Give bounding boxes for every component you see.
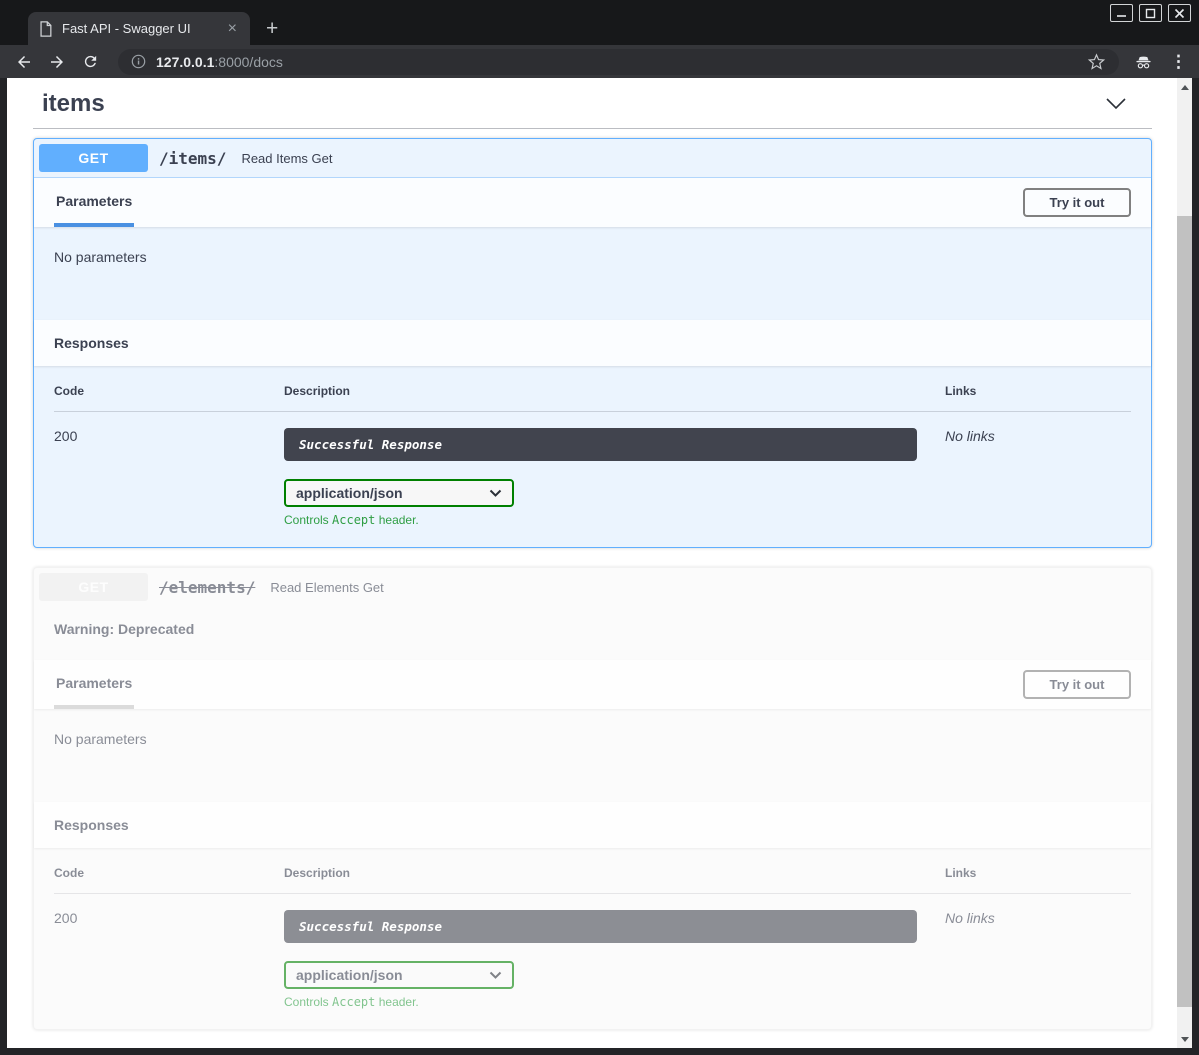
minimize-button[interactable] <box>1110 4 1133 22</box>
media-type-select[interactable]: application/json <box>284 961 514 989</box>
new-tab-button[interactable]: + <box>266 19 278 39</box>
responses-table: Code Description Links 200 Successful Re… <box>34 366 1151 547</box>
no-parameters-text: No parameters <box>54 731 147 747</box>
media-type-value: application/json <box>296 485 403 501</box>
parameters-header: Parameters Try it out <box>34 178 1151 227</box>
response-description-box: Successful Response <box>284 428 917 461</box>
tab-parameters[interactable]: Parameters <box>54 660 134 709</box>
responses-header: Responses <box>34 320 1151 366</box>
endpoint-path: /elements/ <box>159 578 255 597</box>
no-parameters-text: No parameters <box>54 249 147 265</box>
response-code: 200 <box>54 910 284 1009</box>
responses-title: Responses <box>54 817 129 833</box>
endpoint-summary: Read Elements Get <box>270 580 383 595</box>
section-title: items <box>42 90 105 118</box>
scrollbar-up-arrow[interactable] <box>1177 81 1192 93</box>
collapse-chevron-icon[interactable] <box>1104 94 1128 114</box>
page-scrollbar[interactable] <box>1177 78 1192 1048</box>
maximize-button[interactable] <box>1139 4 1162 22</box>
tab-title: Fast API - Swagger UI <box>62 21 216 36</box>
chevron-down-icon <box>489 971 502 980</box>
media-type-select[interactable]: application/json <box>284 479 514 507</box>
response-description-box: Successful Response <box>284 910 917 943</box>
responses-header: Responses <box>34 802 1151 848</box>
url-text[interactable]: 127.0.0.1:8000/docs <box>156 54 283 70</box>
swagger-page: items GET /items/ Read Items Get Paramet… <box>7 78 1192 1048</box>
opblock-summary[interactable]: GET /elements/ Read Elements Get <box>34 568 1151 607</box>
url-host: 127.0.0.1 <box>156 54 214 70</box>
url-path: :8000/docs <box>214 54 283 70</box>
incognito-icon <box>1133 52 1154 72</box>
opblock-get-elements-deprecated: GET /elements/ Read Elements Get Warning… <box>33 567 1152 1030</box>
window-titlebar: Fast API - Swagger UI × + <box>0 0 1199 45</box>
opblock-get-items: GET /items/ Read Items Get Parameters Tr… <box>33 138 1152 548</box>
endpoint-path: /items/ <box>159 149 226 168</box>
method-badge: GET <box>39 573 148 601</box>
bookmark-star-icon[interactable] <box>1087 52 1106 71</box>
opblock-summary[interactable]: GET /items/ Read Items Get <box>34 139 1151 178</box>
response-code: 200 <box>54 428 284 527</box>
browser-menu-icon[interactable]: ⋮ <box>1170 52 1187 72</box>
try-it-out-button[interactable]: Try it out <box>1023 670 1131 699</box>
parameters-header: Parameters Try it out <box>34 660 1151 709</box>
media-type-value: application/json <box>296 967 403 983</box>
browser-tab[interactable]: Fast API - Swagger UI × <box>28 12 250 45</box>
reload-icon[interactable] <box>80 52 100 72</box>
tab-parameters[interactable]: Parameters <box>54 178 134 227</box>
col-header-description: Description <box>284 384 945 398</box>
accept-header-note: Controls Accept header. <box>284 995 945 1009</box>
back-icon[interactable] <box>14 52 34 72</box>
favicon-document-icon <box>38 21 53 37</box>
responses-title: Responses <box>54 335 129 351</box>
window-controls <box>1110 4 1191 22</box>
scrollbar-thumb[interactable] <box>1177 216 1192 1007</box>
response-row-200: 200 Successful Response application/json… <box>54 894 1131 1009</box>
deprecated-warning: Warning: Deprecated <box>34 607 1151 660</box>
responses-table: Code Description Links 200 Successful Re… <box>34 848 1151 1029</box>
col-header-description: Description <box>284 866 945 880</box>
no-links-text: No links <box>945 428 1131 527</box>
col-header-links: Links <box>945 866 1131 880</box>
accept-header-note: Controls Accept header. <box>284 513 945 527</box>
col-header-links: Links <box>945 384 1131 398</box>
response-row-200: 200 Successful Response application/json… <box>54 412 1131 527</box>
parameters-body: No parameters <box>34 709 1151 802</box>
forward-icon[interactable] <box>47 52 67 72</box>
scrollbar-down-arrow[interactable] <box>1177 1033 1192 1045</box>
parameters-body: No parameters <box>34 227 1151 320</box>
tab-close-icon[interactable]: × <box>225 21 240 37</box>
col-header-code: Code <box>54 384 284 398</box>
site-info-icon[interactable] <box>131 54 146 69</box>
chevron-down-icon <box>489 489 502 498</box>
close-button[interactable] <box>1168 4 1191 22</box>
endpoint-summary: Read Items Get <box>241 151 332 166</box>
no-links-text: No links <box>945 910 1131 1009</box>
tag-section-header-items[interactable]: items <box>33 88 1152 129</box>
col-header-code: Code <box>54 866 284 880</box>
try-it-out-button[interactable]: Try it out <box>1023 188 1131 217</box>
method-badge: GET <box>39 144 148 172</box>
browser-toolbar: 127.0.0.1:8000/docs ⋮ <box>0 45 1199 78</box>
address-bar[interactable]: 127.0.0.1:8000/docs <box>118 49 1119 75</box>
